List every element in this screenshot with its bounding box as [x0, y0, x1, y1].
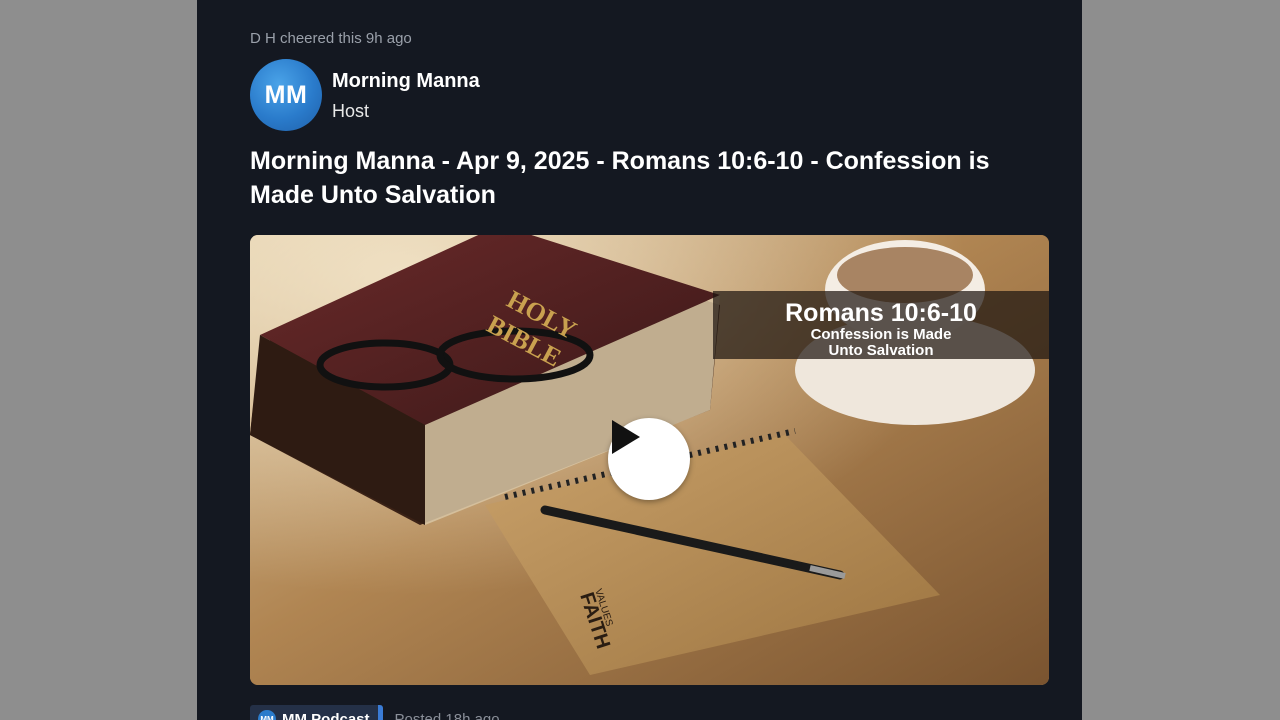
- feed-panel: D H cheered this 9h ago MM Morning Manna…: [197, 0, 1082, 720]
- channel-label: MM Podcast: [282, 710, 370, 720]
- author-name[interactable]: Morning Manna: [332, 70, 480, 93]
- play-button[interactable]: [608, 418, 690, 500]
- post-footer: MM MM Podcast Posted 18h ago: [250, 705, 500, 720]
- podcast-icon: MM: [258, 710, 276, 720]
- activity-line: D H cheered this 9h ago: [250, 30, 412, 47]
- avatar[interactable]: MM: [250, 59, 322, 131]
- post-title[interactable]: Morning Manna - Apr 9, 2025 - Romans 10:…: [250, 144, 1040, 212]
- banner-line-1: Confession is Made: [810, 326, 952, 343]
- posted-time: Posted 18h ago: [394, 710, 500, 720]
- author-role: Host: [332, 101, 370, 121]
- banner-title: Romans 10:6-10: [785, 299, 977, 327]
- play-icon: [612, 420, 640, 454]
- video-thumbnail[interactable]: HOLY BIBLE FAITH VALUES Romans 10:6-10 C…: [250, 235, 1049, 685]
- title-banner: Romans 10:6-10 Confession is Made Unto S…: [713, 291, 1049, 359]
- banner-line-2: Unto Salvation: [828, 342, 934, 359]
- channel-chip[interactable]: MM MM Podcast: [250, 705, 383, 720]
